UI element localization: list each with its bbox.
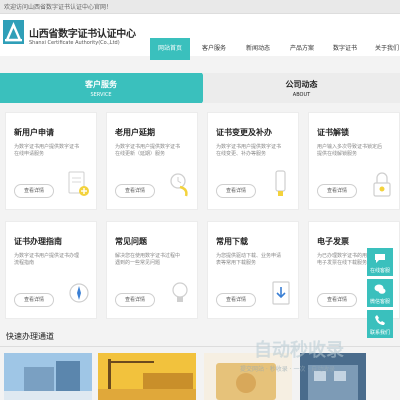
card-guide[interactable]: 证书办理指南 为数字证书用户提供证书办理流程指南 查看详情 (5, 221, 97, 319)
download-icon (272, 281, 290, 305)
quick-channel-title: 快速办理通道 (6, 332, 54, 341)
card-title: 证书变更及补办 (216, 128, 272, 137)
card-title: 老用户延期 (115, 128, 155, 137)
section-tabs: 客户服务 SERVICE 公司动态 ABOUT (0, 73, 400, 103)
tab-service[interactable]: 客户服务 SERVICE (0, 73, 202, 103)
view-details-button[interactable]: 查看详情 (14, 184, 54, 198)
card-new-user[interactable]: 新用户申请 为数字证书用户提供数字证书在线申请服务 查看详情 (5, 112, 97, 210)
side-tool-label: 联系我们 (369, 330, 390, 336)
quick-channel-image-construction[interactable] (98, 353, 196, 400)
tab-service-label: 客户服务 (85, 80, 117, 89)
view-details-button[interactable]: 查看详情 (14, 293, 54, 307)
online-service-button[interactable]: 在线客服 (367, 248, 393, 276)
card-desc: 用户输入多次导致证书锁定后提供在线解锁服务 (317, 144, 383, 157)
card-desc: 解决您在使用数字证书过程中遇到的一些常见问题 (115, 253, 181, 266)
brand-name-en: Shanxi Certificate Authority(Co.,Ltd) (29, 40, 120, 46)
watermark-text: 自动秒收录 (254, 340, 344, 361)
card-desc: 为数字证书用户提供数字证书在线申请服务 (14, 144, 80, 157)
site-header: 山西省数字证书认证中心 Shanxi Certificate Authority… (0, 14, 400, 60)
card-unlock[interactable]: 证书解锁 用户输入多次导致证书锁定后提供在线解锁服务 查看详情 (308, 112, 400, 210)
card-title: 证书办理指南 (14, 237, 62, 246)
nav-home[interactable]: 网站首页 (150, 38, 190, 60)
card-desc: 为您提供驱动下载、业务申请表等常用下载服务 (216, 253, 282, 266)
document-plus-icon (68, 171, 89, 196)
contact-us-button[interactable]: 联系我们 (367, 310, 393, 338)
side-tool-label: 微信客服 (369, 299, 390, 305)
card-renewal[interactable]: 老用户延期 为数字证书用户提供数字证书在线更新（延期）服务 查看详情 (106, 112, 198, 210)
view-details-button[interactable]: 查看详情 (216, 184, 256, 198)
lock-icon (373, 172, 391, 197)
usb-key-icon (275, 170, 286, 196)
card-title: 电子发票 (317, 237, 349, 246)
wechat-icon (374, 284, 386, 294)
card-title: 新用户申请 (14, 128, 54, 137)
renew-icon (170, 173, 188, 197)
card-change-reissue[interactable]: 证书变更及补办 为数字证书用户提供数字证书在线变更、补办等服务 查看详情 (207, 112, 299, 210)
view-details-button[interactable]: 查看详情 (216, 293, 256, 307)
card-downloads[interactable]: 常用下载 为您提供驱动下载、业务申请表等常用下载服务 查看详情 (207, 221, 299, 319)
nav-products[interactable]: 产品方案 (285, 38, 319, 60)
wechat-service-button[interactable]: 微信客服 (367, 279, 393, 307)
tab-service-sub: SERVICE (90, 92, 112, 98)
top-welcome-bar: 欢迎访问山西省数字证书认证中心官网！ (0, 0, 400, 14)
compass-icon (69, 283, 89, 303)
view-details-button[interactable]: 查看详情 (115, 184, 155, 198)
view-details-button[interactable]: 查看详情 (317, 293, 357, 307)
nav-news[interactable]: 新闻动态 (241, 38, 275, 60)
card-faq[interactable]: 常见问题 解决您在使用数字证书过程中遇到的一些常见问题 查看详情 (106, 221, 198, 319)
card-title: 常用下载 (216, 237, 248, 246)
card-desc: 为数字证书用户提供数字证书在线更新（延期）服务 (115, 144, 181, 157)
side-tool-label: 在线客服 (369, 268, 390, 274)
ca-logo-icon[interactable] (3, 20, 24, 44)
card-desc: 为数字证书用户提供证书办理流程指南 (14, 253, 80, 266)
main-nav: 网站首页 客户服务 新闻动态 产品方案 数字证书 关于我们 (150, 38, 400, 60)
nav-about[interactable]: 关于我们 (372, 38, 400, 60)
card-title: 证书解锁 (317, 128, 349, 137)
watermark-subtext: 提交网站 · 秒收录 · 一次 · 自动收录 (240, 366, 336, 373)
card-title: 常见问题 (115, 237, 147, 246)
quick-channel-image-building[interactable] (4, 353, 92, 400)
welcome-text: 欢迎访问山西省数字证书认证中心官网！ (4, 4, 113, 11)
view-details-button[interactable]: 查看详情 (115, 293, 155, 307)
lightbulb-icon (172, 282, 188, 302)
view-details-button[interactable]: 查看详情 (317, 184, 357, 198)
tab-about-label: 公司动态 (285, 80, 318, 89)
card-desc: 为数字证书用户提供数字证书在线变更、补办等服务 (216, 144, 282, 157)
tab-about-sub: ABOUT (292, 92, 311, 98)
nav-digital-cert[interactable]: 数字证书 (328, 38, 362, 60)
nav-customer-service[interactable]: 客户服务 (197, 38, 231, 60)
chat-icon (375, 254, 385, 263)
phone-icon (375, 315, 385, 325)
brand-name-cn: 山西省数字证书认证中心 (29, 29, 136, 40)
tab-about[interactable]: 公司动态 ABOUT (203, 73, 400, 103)
